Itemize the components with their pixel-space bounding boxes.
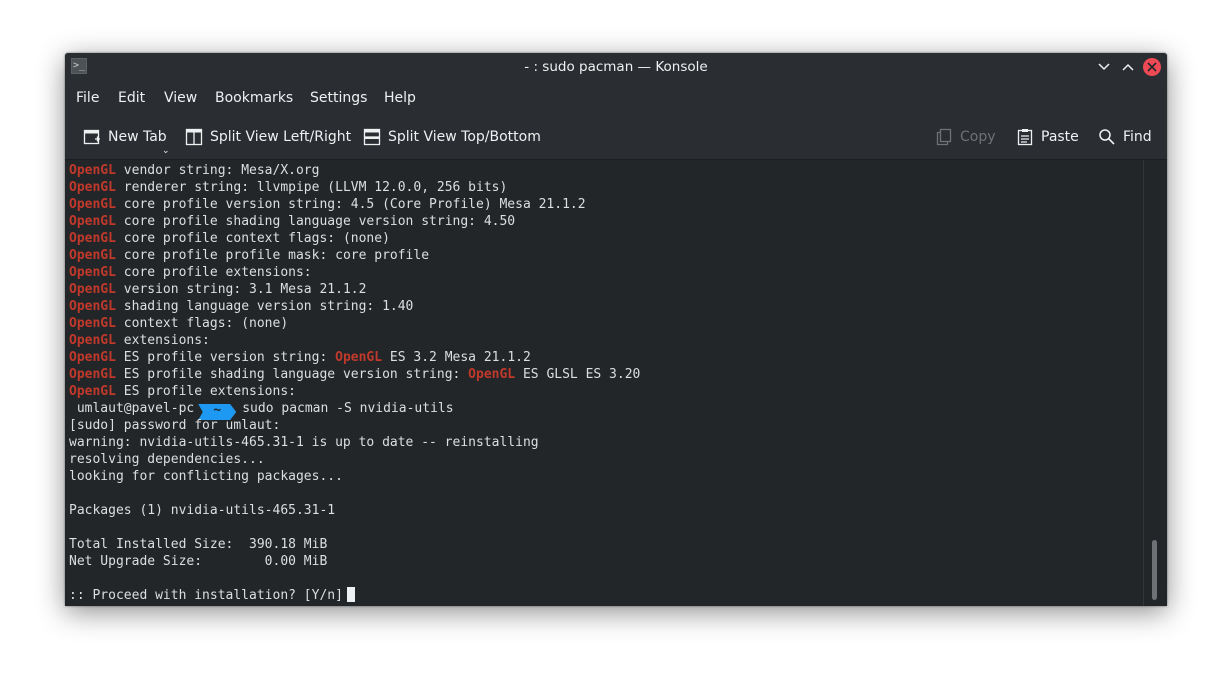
copy-label: Copy — [960, 129, 996, 145]
terminal-line: OpenGL ES profile shading language versi… — [69, 367, 641, 382]
terminal-line: Packages (1) nvidia-utils-465.31-1 — [69, 503, 336, 518]
terminal-line: OpenGL version string: 3.1 Mesa 21.1.2 — [69, 282, 367, 297]
split-left-right-label: Split View Left/Right — [210, 129, 352, 145]
prompt-user-host: umlaut@pavel-pc — [69, 401, 195, 416]
menu-bookmarks[interactable]: Bookmarks — [215, 90, 293, 106]
minimize-button[interactable] — [1095, 58, 1113, 76]
copy-button[interactable]: Copy — [935, 127, 996, 147]
menu-settings[interactable]: Settings — [310, 90, 367, 106]
text-cursor — [346, 587, 355, 602]
new-tab-button[interactable]: New Tab — [83, 127, 167, 147]
window-title: - : sudo pacman — Konsole — [524, 59, 708, 75]
split-horizontal-icon — [363, 128, 381, 146]
terminal-line: OpenGL core profile profile mask: core p… — [69, 248, 430, 263]
terminal-line: OpenGL core profile extensions: — [69, 265, 312, 280]
new-tab-label: New Tab — [108, 129, 167, 145]
terminal-line: OpenGL ES profile version string: OpenGL… — [69, 350, 531, 365]
terminal-line: OpenGL context flags: (none) — [69, 316, 289, 331]
terminal-line: OpenGL core profile version string: 4.5 … — [69, 197, 586, 212]
terminal-line: warning: nvidia-utils-465.31-1 is up to … — [69, 435, 539, 450]
konsole-window: >_ - : sudo pacman — Konsole File Edit V… — [65, 53, 1167, 606]
find-label: Find — [1123, 129, 1152, 145]
paste-label: Paste — [1041, 129, 1079, 145]
chevron-up-icon — [1122, 63, 1134, 71]
toolbar: New Tab ⌄ Split View Left/Right Split Vi… — [65, 115, 1167, 160]
input-prompt-line[interactable]: :: Proceed with installation? [Y/n] — [69, 587, 355, 604]
terminal-line: [sudo] password for umlaut: — [69, 418, 281, 433]
close-button[interactable] — [1143, 58, 1161, 76]
terminal-line: Net Upgrade Size: 0.00 MiB — [69, 554, 328, 569]
menu-view[interactable]: View — [164, 90, 197, 106]
terminal-line: resolving dependencies... — [69, 452, 265, 467]
search-icon — [1099, 129, 1115, 145]
terminal-line: looking for conflicting packages... — [69, 469, 343, 484]
menu-edit[interactable]: Edit — [118, 90, 145, 106]
copy-icon — [936, 128, 952, 146]
menu-bar: File Edit View Bookmarks Settings Help — [65, 81, 1167, 115]
close-icon — [1147, 62, 1157, 72]
terminal-line: Total Installed Size: 390.18 MiB — [69, 537, 328, 552]
menu-help[interactable]: Help — [384, 90, 416, 106]
split-vertical-icon — [185, 128, 203, 146]
paste-button[interactable]: Paste — [1016, 127, 1079, 147]
split-top-bottom-button[interactable]: Split View Top/Bottom — [363, 127, 541, 147]
split-top-bottom-label: Split View Top/Bottom — [388, 129, 541, 145]
chevron-down-icon[interactable]: ⌄ — [162, 146, 170, 156]
terminal-line: OpenGL vendor string: Mesa/X.org — [69, 163, 320, 178]
maximize-button[interactable] — [1119, 58, 1137, 76]
title-bar[interactable]: >_ - : sudo pacman — Konsole — [65, 53, 1167, 81]
shell-prompt: umlaut@pavel-pc ~ sudo pacman -S nvidia-ut… — [69, 400, 454, 420]
scrollbar[interactable] — [1143, 160, 1167, 606]
terminal-line: OpenGL renderer string: llvmpipe (LLVM 1… — [69, 180, 508, 195]
new-tab-icon — [83, 129, 100, 145]
prompt-command: sudo pacman -S nvidia-utils — [242, 401, 454, 416]
terminal-line: OpenGL core profile shading language ver… — [69, 214, 516, 229]
menu-file[interactable]: File — [76, 90, 99, 106]
terminal-output[interactable]: OpenGL vendor string: Mesa/X.org OpenGL … — [65, 160, 1143, 606]
find-button[interactable]: Find — [1098, 127, 1152, 147]
paste-icon — [1017, 129, 1033, 146]
split-left-right-button[interactable]: Split View Left/Right — [185, 127, 351, 147]
terminal-line: OpenGL core profile context flags: (none… — [69, 231, 390, 246]
terminal-line: OpenGL shading language version string: … — [69, 299, 414, 314]
chevron-down-icon — [1098, 63, 1110, 71]
terminal-line: OpenGL extensions: — [69, 333, 210, 348]
scrollbar-thumb[interactable] — [1152, 540, 1157, 600]
terminal-line: OpenGL ES profile extensions: — [69, 384, 296, 399]
